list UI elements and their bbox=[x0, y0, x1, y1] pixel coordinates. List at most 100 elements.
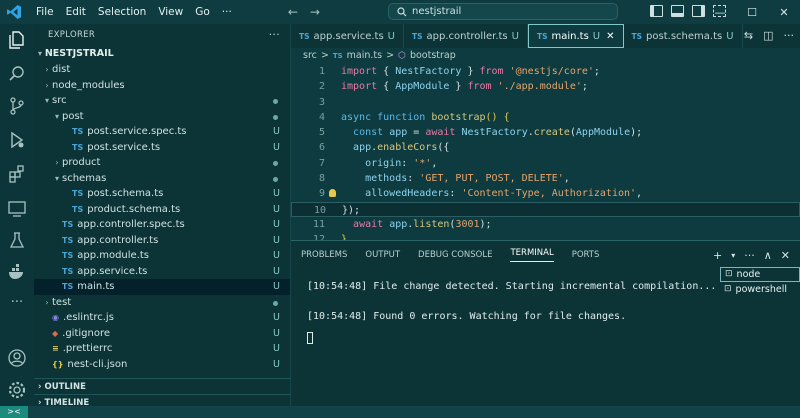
code-line[interactable]: 11 await app.listen(3001); bbox=[291, 217, 800, 232]
breadcrumb-symbol[interactable]: bootstrap bbox=[410, 48, 456, 64]
menu-item[interactable]: File bbox=[30, 0, 60, 24]
tree-folder[interactable]: ▾ schemas bbox=[34, 171, 290, 187]
more-actions-icon[interactable]: ··· bbox=[784, 29, 795, 42]
editor-tab[interactable]: TS app.controller.ts U bbox=[404, 24, 528, 48]
tree-folder[interactable]: › dist bbox=[34, 62, 290, 78]
code-line[interactable]: 6 app.enableCors({ bbox=[291, 140, 800, 155]
testing-icon[interactable] bbox=[7, 230, 27, 250]
tree-file[interactable]: TS post.service.spec.ts U bbox=[34, 124, 290, 140]
workspace-root[interactable]: ▾ NESTJSTRAIL bbox=[34, 46, 290, 62]
tree-folder[interactable]: › test bbox=[34, 295, 290, 311]
more-views-icon[interactable]: ··· bbox=[7, 292, 27, 312]
extensions-icon[interactable] bbox=[7, 164, 27, 184]
command-center[interactable]: nestjstrail bbox=[388, 3, 618, 20]
explorer-more-icon[interactable]: ··· bbox=[269, 24, 290, 46]
close-icon[interactable]: ✕ bbox=[768, 6, 800, 19]
tree-file[interactable]: ◉ .eslintrc.js U bbox=[34, 310, 290, 326]
code-line[interactable]: 5 const app = await NestFactory.create(A… bbox=[291, 125, 800, 140]
tree-file[interactable]: TS app.controller.spec.ts U bbox=[34, 217, 290, 233]
tree-file[interactable]: ◆ .gitignore U bbox=[34, 326, 290, 342]
more-panel-actions-icon[interactable]: ··· bbox=[744, 249, 755, 263]
docker-icon[interactable] bbox=[7, 262, 27, 282]
code-text: app.enableCors({ bbox=[353, 142, 450, 154]
code-line[interactable]: 2 import { AppModule } from './app.module… bbox=[291, 79, 800, 94]
code-line[interactable]: 10}); bbox=[291, 201, 800, 217]
breadcrumb-separator: > bbox=[386, 50, 395, 61]
accounts-icon[interactable] bbox=[7, 348, 27, 368]
editor-tab[interactable]: TS app.service.ts U bbox=[291, 24, 404, 48]
menu-item[interactable]: Go bbox=[189, 0, 216, 24]
panel-tab[interactable]: PORTS bbox=[572, 250, 600, 260]
typescript-file-icon: TS bbox=[62, 266, 74, 276]
tree-file[interactable]: ≡ .prettierrc U bbox=[34, 341, 290, 357]
menu-item[interactable]: Edit bbox=[60, 0, 92, 24]
close-panel-icon[interactable]: ✕ bbox=[781, 249, 790, 263]
panel-tab[interactable]: PROBLEMS bbox=[301, 250, 347, 260]
explorer-icon[interactable] bbox=[7, 30, 27, 50]
panel-tab[interactable]: DEBUG CONSOLE bbox=[418, 250, 492, 260]
typescript-file-icon: TS bbox=[332, 52, 343, 60]
terminal-instance[interactable]: ⊡ powershell bbox=[720, 282, 800, 297]
typescript-file-icon: TS bbox=[412, 31, 423, 41]
toggle-panel-icon[interactable] bbox=[671, 5, 684, 17]
tab-status: U bbox=[387, 30, 395, 42]
tree-file[interactable]: TS post.service.ts U bbox=[34, 140, 290, 156]
menu-item[interactable]: Selection bbox=[92, 0, 152, 24]
tree-folder[interactable]: ▾ src bbox=[34, 93, 290, 109]
lightbulb-icon[interactable] bbox=[329, 189, 336, 198]
tree-item-label: post bbox=[62, 110, 84, 122]
code-line[interactable]: 7 origin: '*', bbox=[291, 156, 800, 171]
code-line[interactable]: 8 methods: 'GET, PUT, POST, DELETE', bbox=[291, 171, 800, 186]
tree-file[interactable]: TS app.controller.ts U bbox=[34, 233, 290, 249]
breadcrumb-folder[interactable]: src bbox=[303, 48, 317, 64]
tree-folder[interactable]: ▾ post bbox=[34, 109, 290, 125]
code-line[interactable]: 1 import { NestFactory } from '@nestjs/co… bbox=[291, 64, 800, 79]
tree-item-label: post.service.ts bbox=[87, 141, 161, 153]
source-control-icon[interactable] bbox=[7, 96, 27, 116]
manage-gear-icon[interactable] bbox=[7, 380, 27, 400]
terminal-dropdown-icon[interactable]: ▾ bbox=[731, 249, 735, 263]
terminal-output[interactable]: [10:54:48] File change detected. Startin… bbox=[307, 279, 716, 347]
code-line[interactable]: 12} bbox=[291, 232, 800, 240]
vscode-logo-icon[interactable] bbox=[6, 4, 22, 20]
code-text: allowedHeaders: 'Content-Type, Authoriza… bbox=[365, 188, 643, 200]
tree-file[interactable]: TS main.ts U bbox=[34, 279, 290, 295]
remote-explorer-icon[interactable] bbox=[7, 198, 27, 218]
maximize-panel-icon[interactable]: ∧ bbox=[764, 249, 772, 263]
editor-tab[interactable]: TS main.ts U ✕ bbox=[527, 24, 624, 48]
back-arrow-icon[interactable]: ← bbox=[288, 5, 298, 19]
toggle-sidebar-icon[interactable] bbox=[650, 5, 663, 17]
minimize-icon[interactable]: — bbox=[704, 6, 736, 19]
breadcrumb-file[interactable]: main.ts bbox=[347, 48, 382, 64]
eslint-file-icon: ◉ bbox=[52, 313, 59, 322]
panel-tab[interactable]: TERMINAL bbox=[510, 248, 554, 262]
maximize-icon[interactable]: ☐ bbox=[736, 6, 768, 19]
menu-item[interactable]: View bbox=[152, 0, 189, 24]
panel-tab[interactable]: OUTPUT bbox=[365, 250, 400, 260]
editor-tab[interactable]: TS post.schema.ts U bbox=[624, 24, 743, 48]
new-terminal-icon[interactable]: + bbox=[713, 249, 722, 263]
tree-file[interactable]: {} nest-cli.json U bbox=[34, 357, 290, 373]
code-line[interactable]: 3 bbox=[291, 95, 800, 110]
tab-close-icon[interactable]: ✕ bbox=[606, 31, 614, 42]
outline-section[interactable]: › OUTLINE bbox=[34, 378, 291, 394]
tree-folder[interactable]: › product bbox=[34, 155, 290, 171]
line-number: 11 bbox=[312, 218, 325, 230]
code-line[interactable]: 4 async function bootstrap() { bbox=[291, 110, 800, 125]
open-changes-icon[interactable]: ⇆ bbox=[744, 29, 753, 42]
tree-file[interactable]: TS app.module.ts U bbox=[34, 248, 290, 264]
tree-file[interactable]: TS app.service.ts U bbox=[34, 264, 290, 280]
code-editor[interactable]: 1 import { NestFactory } from '@nestjs/co… bbox=[291, 64, 800, 240]
run-debug-icon[interactable] bbox=[7, 130, 27, 150]
menu-item[interactable]: ··· bbox=[216, 0, 238, 24]
forward-arrow-icon[interactable]: → bbox=[310, 5, 320, 19]
search-view-icon[interactable] bbox=[7, 64, 27, 84]
tree-file[interactable]: TS post.schema.ts U bbox=[34, 186, 290, 202]
tree-file[interactable]: TS product.schema.ts U bbox=[34, 202, 290, 218]
split-editor-icon[interactable]: ◫ bbox=[763, 29, 773, 42]
code-line[interactable]: 9 allowedHeaders: 'Content-Type, Authori… bbox=[291, 186, 800, 201]
tree-folder[interactable]: › node_modules bbox=[34, 78, 290, 94]
terminal-instance[interactable]: ⊡ node bbox=[720, 267, 800, 282]
typescript-file-icon: TS bbox=[62, 282, 74, 291]
remote-indicator-icon[interactable]: >< bbox=[0, 406, 28, 418]
